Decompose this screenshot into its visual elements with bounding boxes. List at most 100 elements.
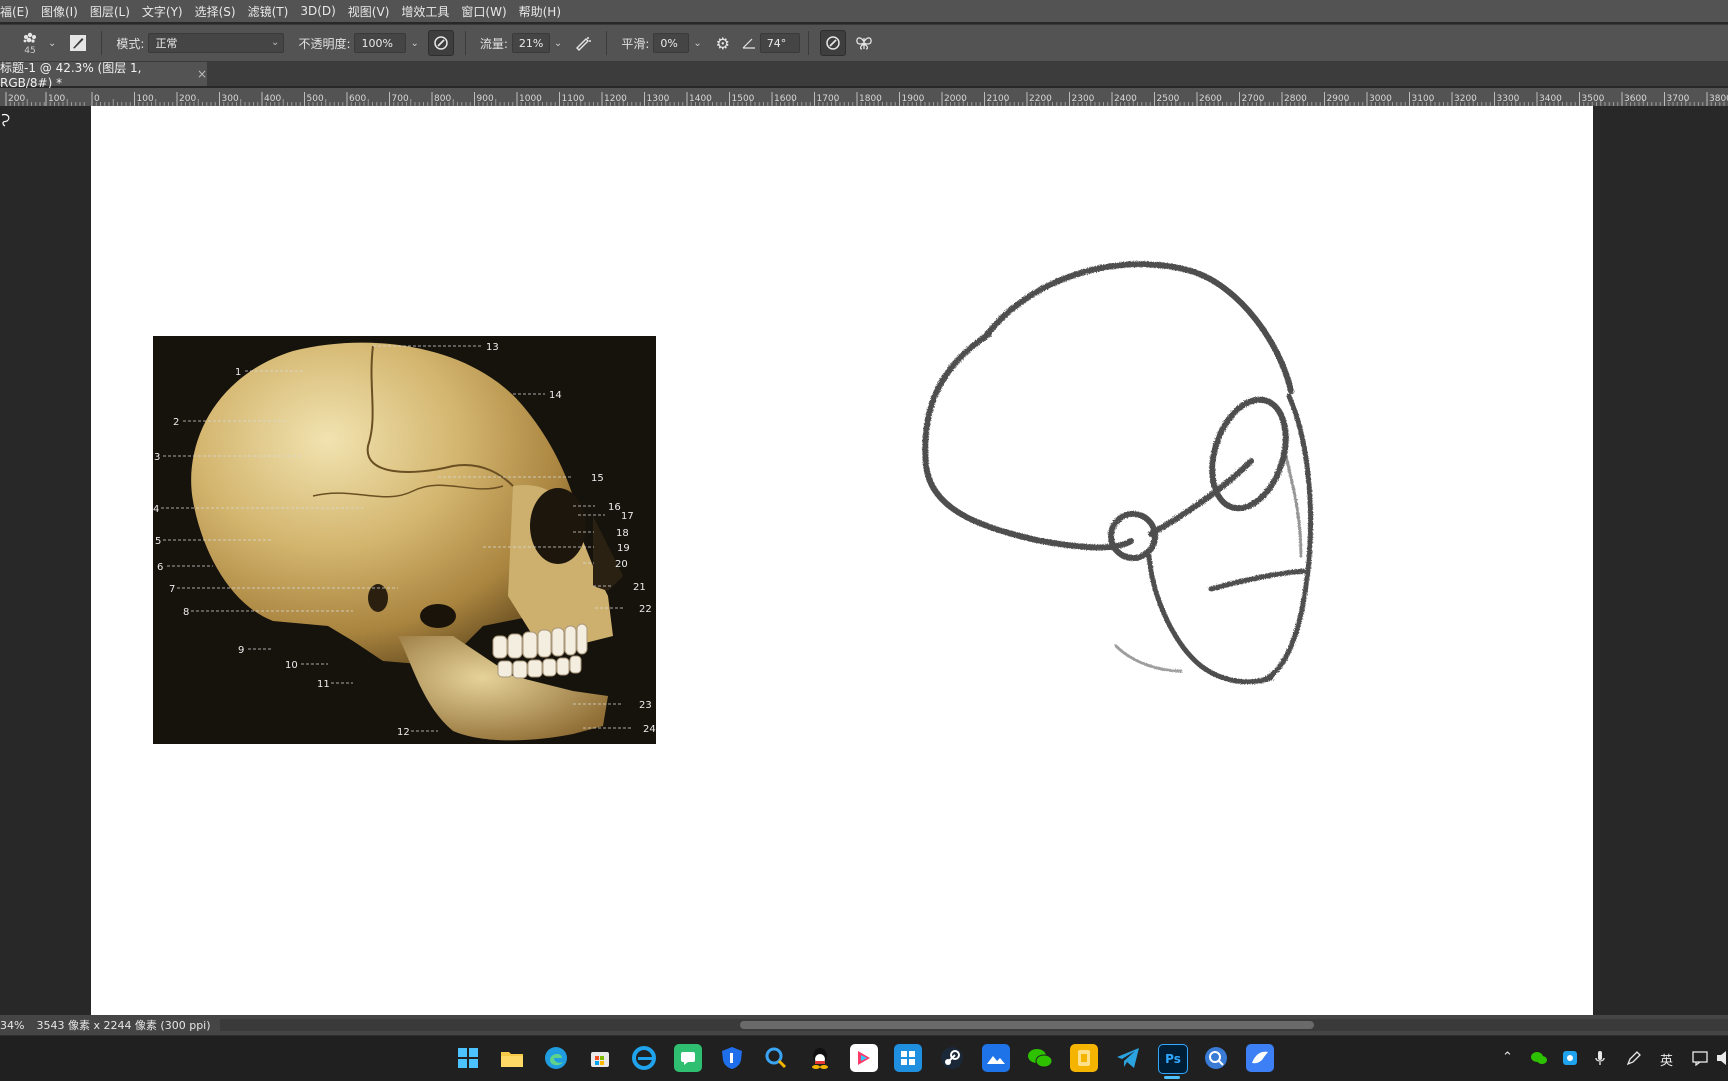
microsoft-store-icon[interactable]	[586, 1044, 614, 1072]
brush-tip-icon	[20, 31, 40, 47]
speaker-icon[interactable]	[1716, 1050, 1728, 1070]
angle-icon	[742, 37, 756, 49]
smoothing-options-button[interactable]: ⚙	[711, 31, 735, 55]
skull-label: 1	[235, 367, 241, 378]
scrollbar-thumb[interactable]	[740, 1021, 1314, 1029]
steam-icon[interactable]	[938, 1044, 966, 1072]
bird-app-icon[interactable]	[1246, 1044, 1274, 1072]
menu-3d[interactable]: 3D(D)	[294, 4, 341, 18]
ruler-label: 3600	[1624, 94, 1647, 104]
ruler-label: 100	[48, 94, 65, 104]
microphone-icon[interactable]	[1594, 1050, 1606, 1070]
qq-icon[interactable]	[806, 1044, 834, 1072]
horizontal-scrollbar[interactable]	[220, 1019, 1728, 1031]
skull-label: 19	[617, 543, 630, 554]
chevron-down-icon[interactable]: ⌄	[48, 38, 56, 49]
ruler-label: 2700	[1242, 94, 1265, 104]
ruler-label: 3500	[1582, 94, 1605, 104]
wechat-icon[interactable]	[1026, 1044, 1054, 1072]
shield-app-icon[interactable]	[718, 1044, 746, 1072]
chevron-down-icon[interactable]: ⌄	[554, 38, 562, 49]
wechat-tray-icon[interactable]	[1530, 1050, 1548, 1070]
skull-reference-image: 1 2 3 4 5 6 7 8 9 10 11 12 13 14 15 16 1…	[153, 336, 656, 744]
opacity-input[interactable]: 100%	[354, 33, 407, 53]
skull-label: 14	[549, 390, 562, 401]
menu-image[interactable]: 图像(I)	[35, 3, 84, 20]
ruler-label: 300	[222, 94, 239, 104]
photos-app-icon[interactable]	[982, 1044, 1010, 1072]
menu-select[interactable]: 选择(S)	[189, 3, 242, 20]
start-icon[interactable]	[454, 1044, 482, 1072]
chevron-up-icon[interactable]: ⌃	[1502, 1050, 1513, 1065]
chevron-down-icon[interactable]: ⌄	[693, 38, 701, 49]
pressure-opacity-toggle[interactable]	[427, 30, 454, 56]
notification-icon[interactable]	[1692, 1050, 1708, 1070]
flow-input[interactable]: 21%	[511, 33, 550, 53]
file-explorer-icon[interactable]	[498, 1044, 526, 1072]
symmetry-button[interactable]	[852, 31, 876, 55]
cloud-tray-icon[interactable]	[1562, 1050, 1578, 1070]
search-app-icon[interactable]	[762, 1044, 790, 1072]
menu-type[interactable]: 文字(Y)	[136, 3, 189, 20]
angle-input[interactable]: 74°	[759, 33, 800, 53]
brush-size-label: 45	[24, 45, 36, 56]
skull-label: 11	[317, 679, 330, 690]
opacity-label: 不透明度:	[298, 36, 351, 51]
brush-preset-picker[interactable]: 45	[14, 27, 46, 59]
pen-tray-icon[interactable]	[1626, 1050, 1642, 1070]
ruler-label: 800	[434, 94, 451, 104]
ruler-label: 1800	[859, 94, 882, 104]
document-tab[interactable]: 标题-1 @ 42.3% (图层 1, RGB/8#) * ×	[0, 61, 207, 90]
telegram-icon[interactable]	[1114, 1044, 1142, 1072]
smoothing-label: 平滑:	[621, 36, 650, 51]
menu-layer[interactable]: 图层(L)	[84, 3, 136, 20]
ruler-label: 1200	[604, 94, 627, 104]
chevron-down-icon[interactable]: ⌄	[410, 38, 418, 49]
ruler-label: 200	[8, 94, 25, 104]
document-info: 3543 像素 x 2244 像素 (300 ppi)	[36, 1019, 211, 1032]
ruler-label: 2500	[1157, 94, 1180, 104]
search-tool-icon[interactable]	[1202, 1044, 1230, 1072]
menu-plugins[interactable]: 增效工具	[395, 3, 455, 20]
input-method-indicator[interactable]: 英	[1660, 1050, 1673, 1069]
zoom-level[interactable]: 34%	[0, 1019, 24, 1032]
menu-filter[interactable]: 滤镜(T)	[242, 3, 295, 20]
menu-window[interactable]: 窗口(W)	[455, 3, 512, 20]
chat-app-icon[interactable]	[674, 1044, 702, 1072]
ie-icon[interactable]	[630, 1044, 658, 1072]
ruler-label: 400	[264, 94, 281, 104]
ruler-label: 3100	[1412, 94, 1435, 104]
notes-app-icon[interactable]	[1070, 1044, 1098, 1072]
ruler-label: 2600	[1199, 94, 1222, 104]
brush-settings-toggle[interactable]	[66, 31, 90, 55]
mode-select[interactable]: 正常 ⌄	[148, 33, 285, 53]
airbrush-toggle[interactable]	[571, 31, 595, 55]
pressure-size-toggle[interactable]	[819, 30, 846, 56]
skull-label: 6	[157, 562, 163, 573]
workspace: 1 2 3 4 5 6 7 8 9 10 11 12 13 14 15 16 1…	[0, 106, 1728, 1015]
ruler-label: 1600	[774, 94, 797, 104]
flow-label: 流量:	[479, 36, 508, 51]
menu-edit[interactable]: 福(E)	[0, 3, 35, 20]
ruler-label: 2900	[1327, 94, 1350, 104]
video-app-icon[interactable]	[850, 1044, 878, 1072]
close-icon[interactable]: ×	[197, 67, 207, 81]
ruler-label: 1700	[817, 94, 840, 104]
edge-browser-icon[interactable]	[542, 1044, 570, 1072]
smoothing-input[interactable]: 0%	[653, 33, 690, 53]
skull-label: 4	[153, 504, 159, 515]
skull-label: 8	[183, 607, 189, 618]
photoshop-icon[interactable]: Ps	[1158, 1044, 1188, 1074]
skull-label: 24	[643, 724, 656, 735]
canvas[interactable]: 1 2 3 4 5 6 7 8 9 10 11 12 13 14 15 16 1…	[91, 106, 1593, 1015]
menu-help[interactable]: 帮助(H)	[513, 3, 567, 20]
ruler-label: 600	[349, 94, 366, 104]
ruler-label: 700	[392, 94, 409, 104]
tiles-app-icon[interactable]	[894, 1044, 922, 1072]
document-tab-bar: 标题-1 @ 42.3% (图层 1, RGB/8#) * ×	[0, 61, 1728, 90]
separator	[606, 31, 608, 55]
menu-view[interactable]: 视图(V)	[342, 3, 396, 20]
ruler-label: 2300	[1072, 94, 1095, 104]
document-tab-title: 标题-1 @ 42.3% (图层 1, RGB/8#) *	[0, 60, 142, 90]
ruler-label: 3000	[1369, 94, 1392, 104]
